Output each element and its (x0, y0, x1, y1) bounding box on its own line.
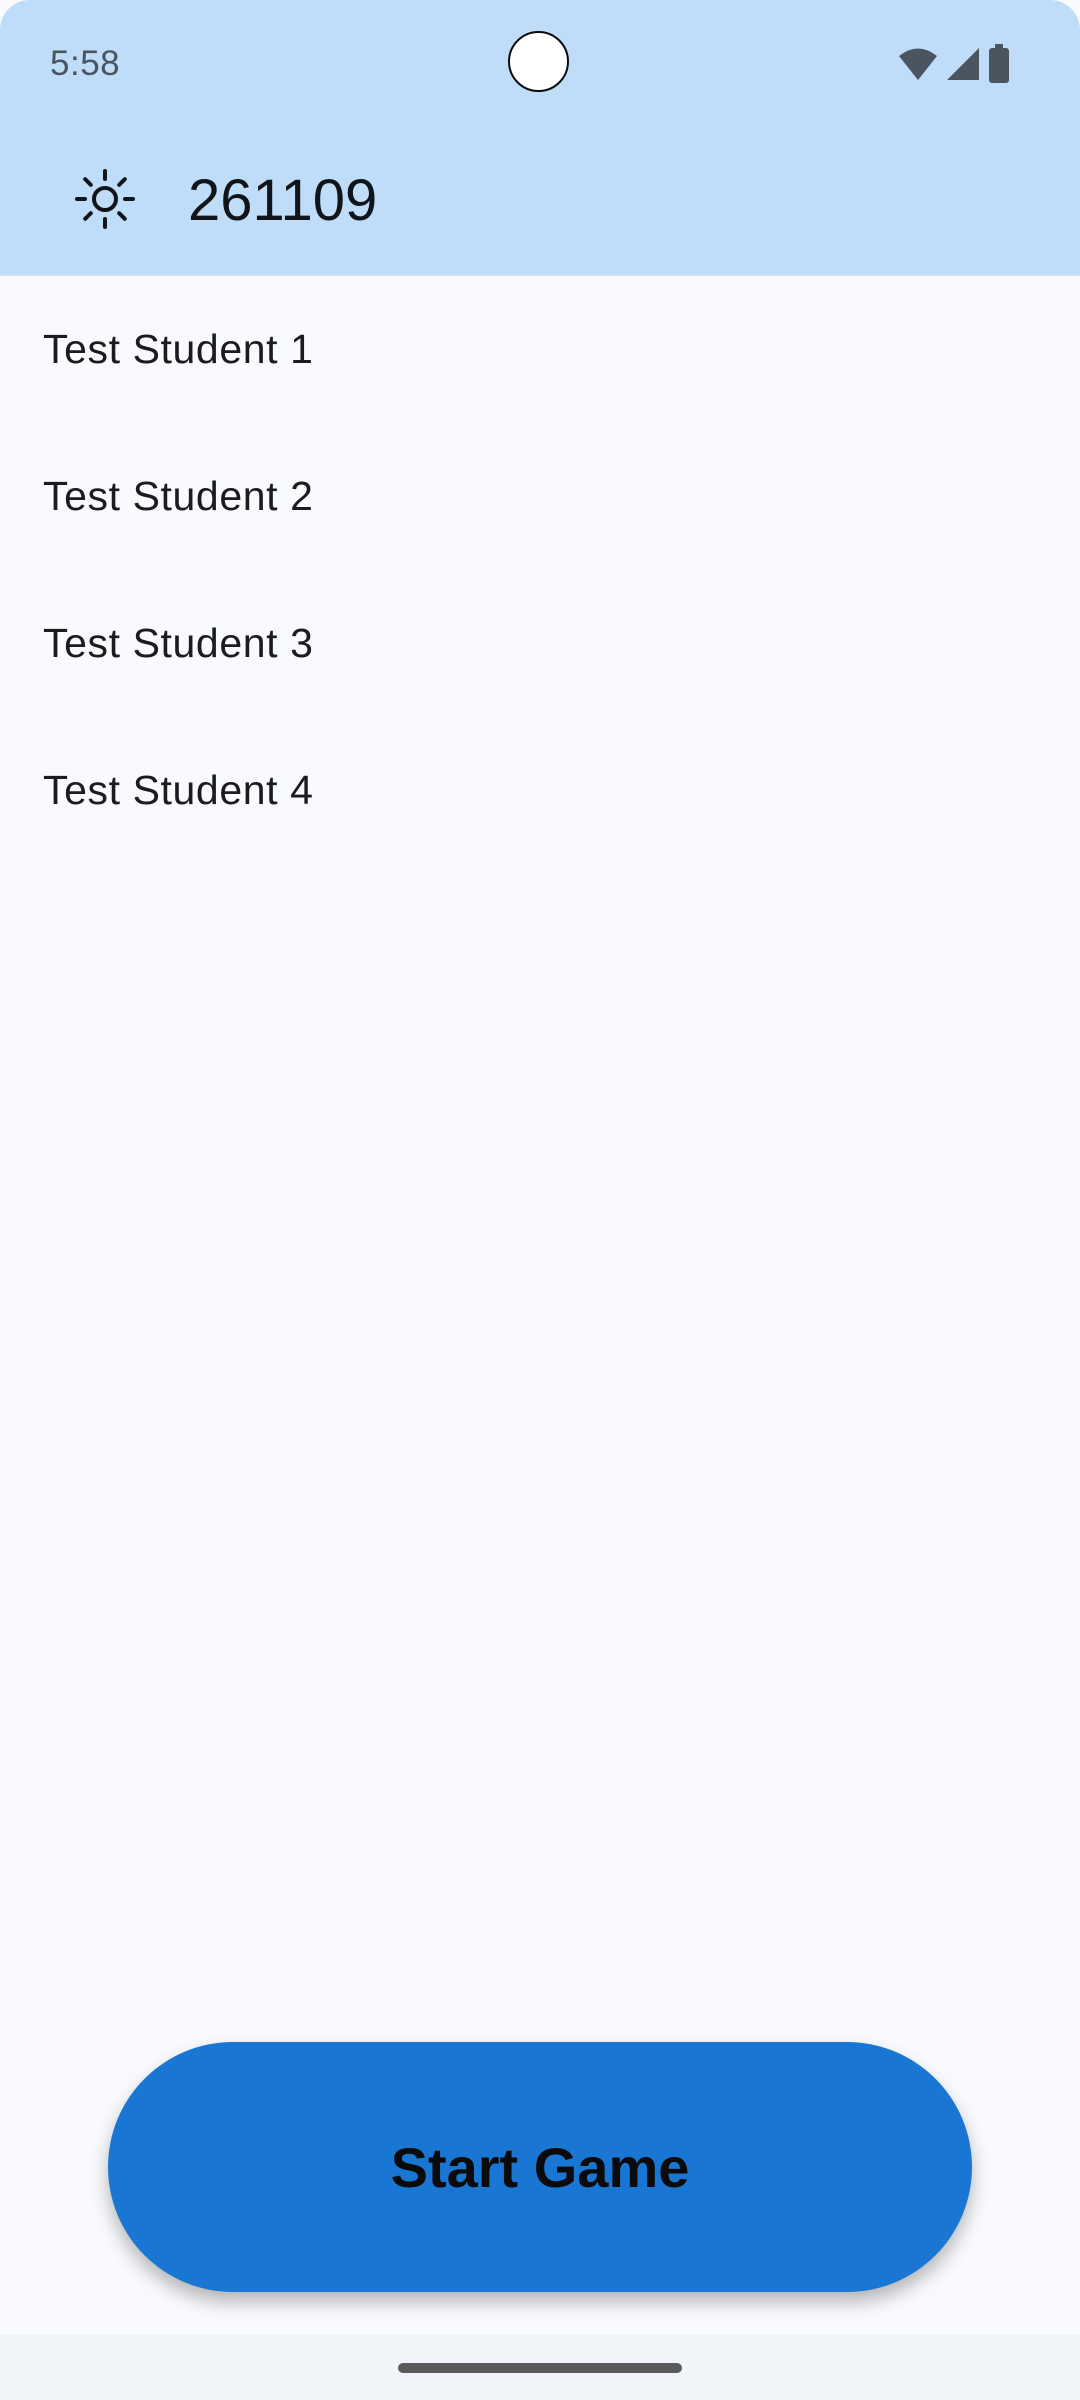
student-list-item[interactable]: Test Student 1 (0, 276, 1080, 423)
theme-toggle-button[interactable] (60, 156, 150, 246)
student-list-item[interactable]: Test Student 4 (0, 717, 1080, 864)
home-gesture-handle[interactable] (398, 2363, 682, 2373)
start-game-button[interactable]: Start Game (108, 2042, 972, 2292)
student-list: Test Student 1 Test Student 2 Test Stude… (0, 276, 1080, 864)
cell-signal-icon (946, 47, 980, 81)
status-icons (898, 44, 1010, 84)
battery-icon (988, 44, 1010, 84)
camera-cutout (508, 31, 569, 92)
screen: 5:58 261109 Test Student 1 Test Student … (0, 0, 1080, 2400)
student-list-item[interactable]: Test Student 3 (0, 570, 1080, 717)
student-list-item[interactable]: Test Student 2 (0, 423, 1080, 570)
wifi-icon (898, 47, 938, 81)
game-code-title: 261109 (188, 168, 378, 233)
status-time: 5:58 (50, 44, 121, 83)
sun-icon (74, 168, 136, 235)
